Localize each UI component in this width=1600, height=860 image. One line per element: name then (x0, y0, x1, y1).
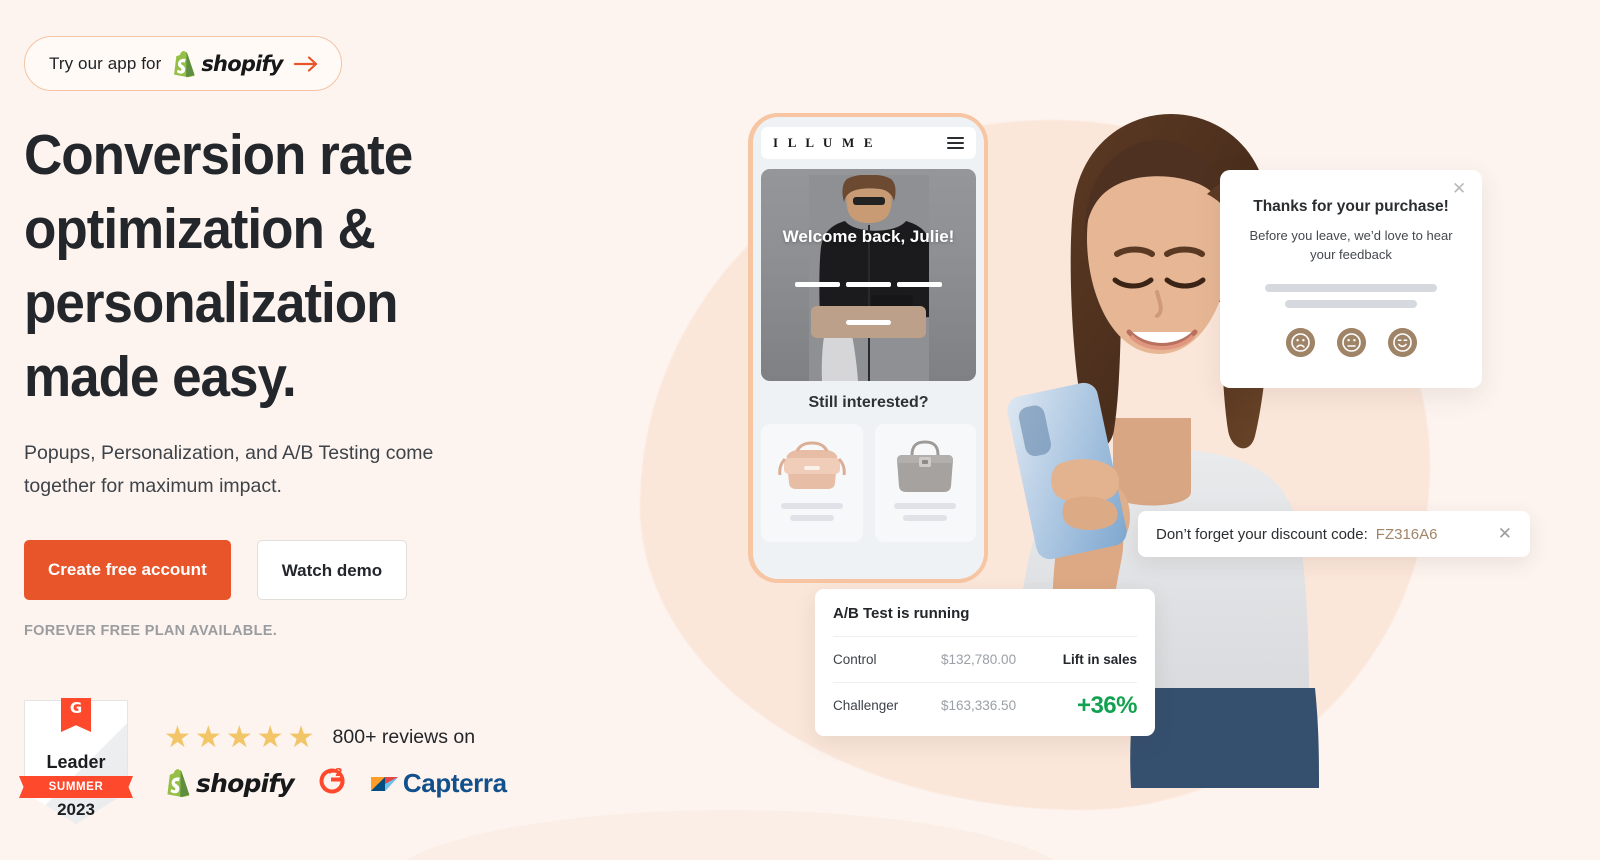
ab-row-value: $163,336.50 (941, 698, 1017, 713)
ab-row-value: $132,780.00 (941, 652, 1017, 667)
star-icon: ★ (194, 720, 222, 754)
capterra-review-logo[interactable]: Capterra (370, 768, 507, 799)
neutral-face-icon[interactable] (1336, 328, 1366, 357)
model-photo (808, 175, 929, 381)
shopify-app-banner[interactable]: Try our app for shopify (24, 36, 342, 91)
g2-badge-mark: G (69, 699, 83, 717)
phone-side-button (748, 239, 752, 275)
phone-side-button (748, 289, 752, 325)
hero-left-column: Try our app for shopify Conversion rate … (19, 0, 584, 860)
table-row: Challenger $163,336.50 +36% (833, 682, 1138, 728)
phone-side-button (748, 201, 752, 223)
discount-popup-text: Don’t forget your discount code: (1156, 525, 1368, 543)
hero-illustration: I L L U M E Welcome back, Julie! Still i… (600, 0, 1600, 860)
star-rating: ★ ★ ★ ★ ★ (164, 720, 315, 754)
arrow-right-icon (293, 55, 317, 72)
table-row: Control $132,780.00 Lift in sales (833, 636, 1137, 682)
lift-in-sales-label: Lift in sales (1062, 652, 1137, 667)
shopify-review-logo[interactable]: shopify (164, 768, 295, 798)
blush-crossbody-bag-icon (778, 441, 846, 489)
feedback-popup-title: Thanks for your purchase! (1253, 198, 1449, 215)
g2-review-logo[interactable]: 2 (316, 765, 348, 802)
product-placeholder-lines (761, 503, 863, 521)
g2-badge-rank: Leader (46, 752, 106, 772)
headline-line-1: Conversion rate (24, 123, 413, 187)
feedback-rating-faces (1242, 328, 1460, 357)
discount-code-value: FZ316A6 (1375, 525, 1438, 543)
feedback-placeholder-lines (1242, 284, 1460, 308)
svg-text:2: 2 (335, 766, 343, 779)
g2-badge-season: SUMMER (19, 776, 133, 798)
shopify-bag-icon (174, 50, 195, 77)
shopify-banner-label: Try our app for (49, 53, 162, 73)
capterra-icon (370, 777, 398, 791)
lift-in-sales-value: +36% (1076, 691, 1138, 719)
welcome-message: Welcome back, Julie! (782, 227, 955, 246)
product-card[interactable] (761, 424, 863, 542)
feedback-popup-card: ✕ Thanks for your purchase! Before you l… (1220, 170, 1482, 388)
popup-cta-button[interactable] (811, 306, 926, 338)
capterra-wordmark: Capterra (402, 767, 507, 798)
headline-line-3: personalization (24, 271, 398, 335)
welcome-back-popup: Welcome back, Julie! (761, 169, 976, 381)
product-recommendation-row (761, 424, 976, 542)
social-proof-row: G Leader SUMMER 2023 ★ ★ ★ ★ ★ 800+ revi… (19, 698, 507, 824)
shopify-bag-icon (167, 769, 190, 798)
star-icon: ★ (287, 720, 315, 754)
page-title: Conversion rate optimization & personali… (24, 118, 461, 414)
close-icon[interactable]: ✕ (1452, 180, 1468, 197)
review-platform-logos: shopify 2 Capterra (164, 765, 507, 802)
reviews-block: ★ ★ ★ ★ ★ 800+ reviews on shopify 2 Capt… (164, 720, 507, 802)
phone-screen: I L L U M E Welcome back, Julie! Still i… (761, 127, 976, 579)
ab-test-title: A/B Test is running (833, 605, 970, 622)
headline-line-2: optimization & (24, 197, 376, 261)
shopify-wordmark: shopify (201, 51, 283, 76)
placeholder-lines (795, 282, 942, 287)
reviews-rating-row: ★ ★ ★ ★ ★ 800+ reviews on (164, 720, 507, 754)
store-logo: I L L U M E (773, 135, 876, 150)
hero-section: Try our app for shopify Conversion rate … (0, 0, 1600, 860)
ab-row-label: Challenger (833, 698, 899, 713)
g2-badge-year: 2023 (57, 800, 95, 819)
sad-face-icon[interactable] (1285, 328, 1315, 357)
discount-code-popup: Don’t forget your discount code: FZ316A6… (1138, 511, 1530, 557)
cta-button-group: Create free account Watch demo (24, 540, 408, 600)
watch-demo-button[interactable]: Watch demo (256, 540, 408, 600)
close-icon[interactable]: ✕ (1498, 524, 1512, 544)
shopify-wordmark: shopify (196, 768, 295, 798)
hero-subheading: Popups, Personalization, and A/B Testing… (24, 442, 434, 497)
star-icon: ★ (256, 720, 284, 754)
ab-row-label: Control (833, 652, 877, 667)
star-icon: ★ (225, 720, 253, 754)
happy-face-icon[interactable] (1387, 328, 1417, 357)
store-header: I L L U M E (761, 127, 976, 159)
feedback-popup-subtitle: Before you leave, we’d love to hear your… (1249, 228, 1453, 262)
create-free-account-button[interactable]: Create free account (24, 540, 231, 600)
ab-test-card: A/B Test is running Control $132,780.00 … (815, 589, 1155, 736)
free-plan-note: FOREVER FREE PLAN AVAILABLE. (24, 623, 278, 639)
g2-icon: 2 (319, 766, 345, 793)
still-interested-heading: Still interested? (808, 394, 929, 411)
g2-leader-badge: G Leader SUMMER 2023 (19, 698, 133, 824)
shopify-logo: shopify (171, 50, 284, 78)
star-icon: ★ (164, 720, 191, 754)
headline-line-4: made easy. (24, 345, 297, 409)
reviews-count-label: 800+ reviews on (332, 726, 476, 748)
